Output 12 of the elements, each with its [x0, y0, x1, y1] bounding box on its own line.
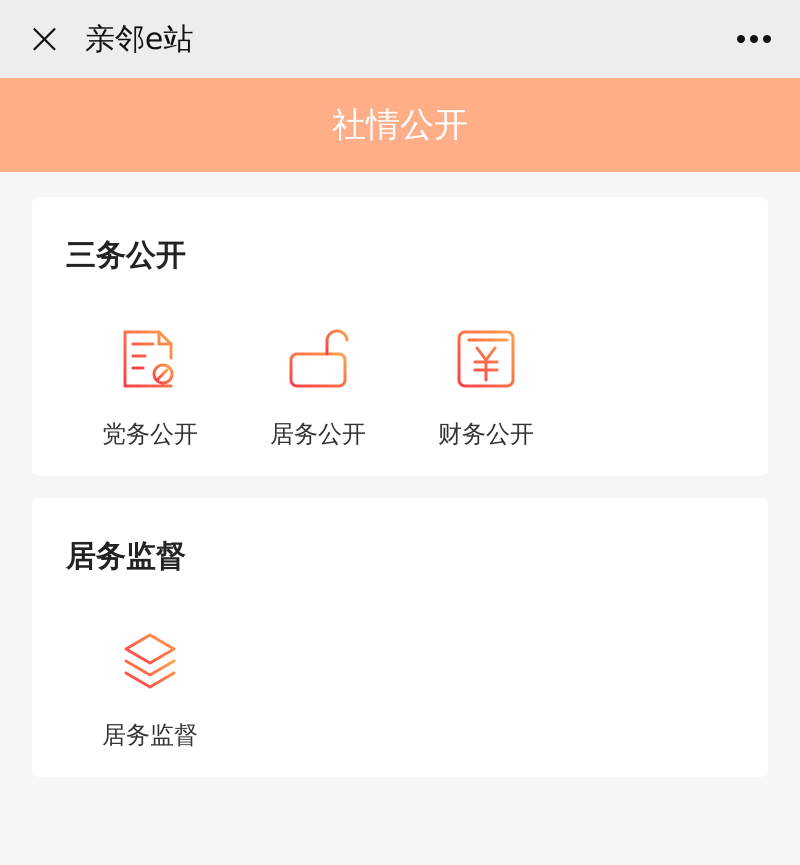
yuan-wallet-icon: [455, 328, 517, 390]
menu-item[interactable]: 居务监督: [66, 629, 234, 751]
window-title: 亲邻e站: [84, 20, 194, 58]
section-title: 三务公开: [66, 237, 187, 275]
close-button[interactable]: ×: [26, 17, 63, 61]
unlocked-padlock-icon: [287, 328, 349, 390]
section-title: 居务监督: [66, 538, 187, 576]
menu-item[interactable]: 党务公开: [66, 328, 234, 450]
more-icon[interactable]: [736, 34, 772, 44]
menu-item[interactable]: 居务公开: [234, 328, 402, 450]
menu-item[interactable]: 财务公开: [402, 328, 570, 450]
page-title: 社情公开: [332, 104, 468, 147]
